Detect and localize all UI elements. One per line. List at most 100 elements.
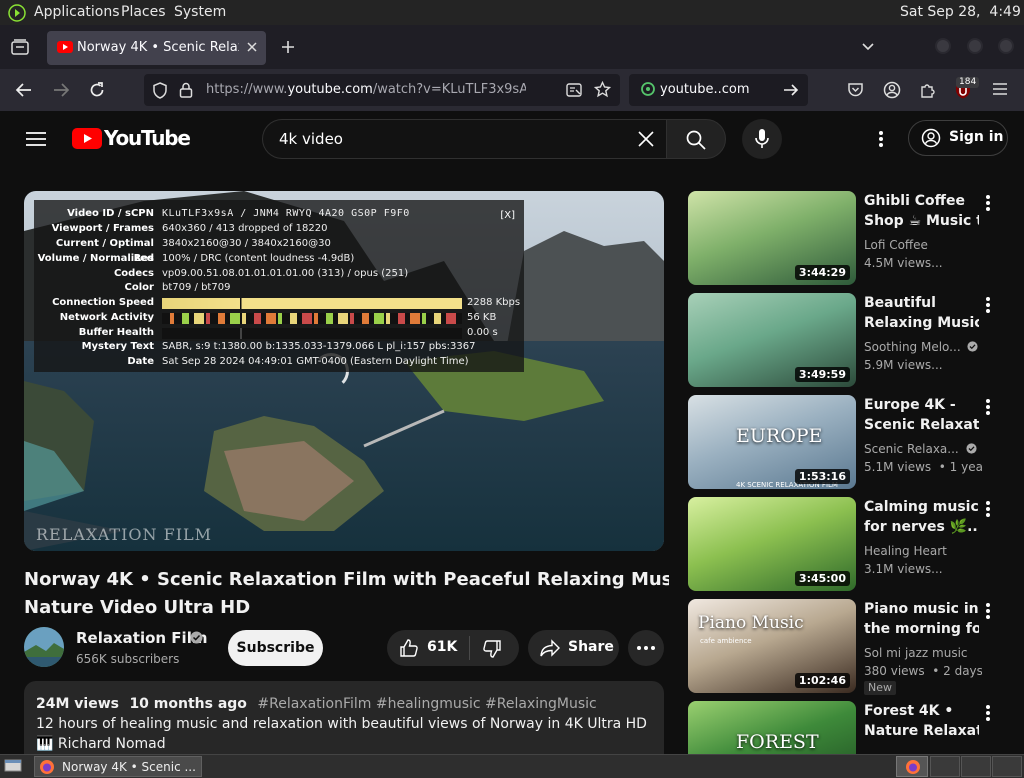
related-title-line2[interactable]: Nature Relaxati...: [864, 721, 979, 741]
menu-places[interactable]: Places: [121, 4, 166, 20]
stats-close-button[interactable]: [X]: [500, 209, 515, 224]
related-thumbnail[interactable]: 3:44:29: [688, 191, 856, 285]
user-circle-icon: [921, 128, 941, 148]
window-maximize-button[interactable]: [967, 38, 983, 54]
stats-value: 640x360 / 413 dropped of 18220: [162, 223, 328, 234]
related-channel[interactable]: Healing Heart: [864, 542, 982, 560]
tab-overview-icon[interactable]: [11, 39, 29, 55]
more-actions-button[interactable]: [628, 630, 664, 666]
hashtags[interactable]: #RelaxationFilm #healingmusic #RelaxingM…: [257, 696, 596, 712]
reload-icon[interactable]: [88, 81, 106, 99]
url-bar[interactable]: https://www.youtube.com/watch?v=KLuTLF3x…: [144, 74, 620, 106]
bookmark-star-icon[interactable]: [594, 81, 611, 98]
search-bar[interactable]: youtube..com: [629, 74, 808, 106]
share-button[interactable]: Share: [528, 630, 619, 666]
related-title-line2[interactable]: for nerves 🌿...: [864, 517, 979, 537]
related-thumbnail[interactable]: EUROPE 4K SCENIC RELAXATION FILM 1:53:16: [688, 395, 856, 489]
window-minimize-button[interactable]: [935, 38, 951, 54]
buffer-health-graph: [162, 328, 462, 339]
related-title-line2[interactable]: Shop ☕ Music t...: [864, 211, 979, 231]
pocket-icon[interactable]: [847, 82, 864, 98]
related-thumbnail[interactable]: 3:45:00: [688, 497, 856, 591]
taskbar-window-button[interactable]: Norway 4K • Scenic ...: [34, 756, 202, 777]
sign-in-button[interactable]: Sign in: [908, 120, 1008, 156]
related-title-line1[interactable]: Europe 4K -: [864, 395, 979, 415]
activity-tick: [410, 313, 420, 324]
video-duration: 1:53:16: [794, 469, 850, 484]
related-title-line1[interactable]: Calming music: [864, 497, 979, 517]
menu-system[interactable]: System: [174, 4, 226, 20]
clear-search-icon[interactable]: [637, 130, 655, 148]
related-channel[interactable]: Scenic Relaxa...: [864, 440, 982, 458]
video-title-line2: Nature Video Ultra HD: [24, 597, 251, 618]
related-kebab-icon[interactable]: [984, 601, 992, 621]
guide-menu-icon[interactable]: [26, 131, 46, 147]
window-close-button[interactable]: [998, 38, 1014, 54]
video-title-line1: Norway 4K • Scenic Relaxation Film with …: [24, 569, 669, 590]
show-desktop-icon[interactable]: [4, 759, 22, 773]
workspace-switcher[interactable]: [896, 756, 928, 777]
reader-view-icon[interactable]: [566, 82, 582, 98]
forward-arrow-icon[interactable]: [52, 82, 70, 98]
subscribe-button[interactable]: Subscribe: [228, 630, 323, 666]
gnome-foot-icon[interactable]: [8, 4, 26, 22]
extensions-puzzle-icon[interactable]: [919, 81, 937, 99]
settings-kebab-icon[interactable]: [877, 129, 885, 149]
dislike-button[interactable]: [470, 630, 519, 666]
related-channel[interactable]: Sol mi jazz music: [864, 644, 982, 662]
voice-search-button[interactable]: [742, 119, 782, 159]
related-kebab-icon[interactable]: [984, 295, 992, 315]
related-title-line2[interactable]: Relaxing Music ...: [864, 313, 979, 333]
workspace-2[interactable]: [930, 756, 960, 777]
related-thumbnail[interactable]: Piano Music cafe ambience 1:02:46: [688, 599, 856, 693]
search-icon: [686, 130, 706, 150]
related-thumbnail[interactable]: 3:49:59: [688, 293, 856, 387]
activity-tick: [290, 313, 297, 324]
related-kebab-icon[interactable]: [984, 703, 992, 723]
activity-tick: [386, 313, 390, 324]
tab-close-icon[interactable]: [246, 41, 258, 53]
search-input[interactable]: 4k video: [262, 119, 666, 159]
go-arrow-icon[interactable]: [783, 83, 799, 97]
workspace-4[interactable]: [992, 756, 1022, 777]
thumbs-down-icon: [482, 639, 502, 659]
related-kebab-icon[interactable]: [984, 397, 992, 417]
description-box[interactable]: 24M views 10 months ago #RelaxationFilm …: [24, 681, 664, 754]
youtube-logo-text[interactable]: YouTube: [104, 126, 191, 150]
related-channel[interactable]: Soothing Melo...: [864, 338, 982, 356]
tab-list-chevron-icon[interactable]: [861, 42, 875, 52]
related-kebab-icon[interactable]: [984, 499, 992, 519]
related-title-line2[interactable]: Scenic Relaxati...: [864, 415, 979, 435]
like-button[interactable]: 61K: [387, 630, 469, 666]
related-title-line1[interactable]: Beautiful: [864, 293, 979, 313]
related-channel-name: Soothing Melo...: [864, 340, 961, 354]
stats-value: 100% / DRC (content loudness -4.9dB): [162, 253, 355, 264]
related-title-line1[interactable]: Ghibli Coffee: [864, 191, 979, 211]
search-bar-text[interactable]: youtube..com: [660, 82, 770, 97]
clock[interactable]: Sat Sep 28, 4:49 AM: [900, 4, 1024, 20]
active-tab[interactable]: Norway 4K • Scenic Relaxation: [47, 31, 266, 65]
channel-avatar[interactable]: [24, 627, 64, 667]
related-thumbnail[interactable]: FOREST: [688, 701, 856, 754]
related-channel-name: Lofi Coffee: [864, 238, 928, 252]
account-icon[interactable]: [883, 81, 901, 99]
search-query[interactable]: 4k video: [279, 130, 343, 148]
new-tab-plus-icon[interactable]: [281, 40, 295, 54]
activity-tick: [242, 313, 246, 324]
menu-applications[interactable]: Applications: [34, 4, 120, 20]
channel-name[interactable]: Relaxation Film: [76, 629, 207, 647]
related-title-line2[interactable]: the morning for...: [864, 619, 979, 639]
url-text[interactable]: https://www.youtube.com/watch?v=KLuTLF3x…: [206, 82, 526, 97]
shield-icon[interactable]: [152, 82, 168, 99]
search-engine-icon: [640, 81, 656, 97]
lock-icon[interactable]: [179, 82, 193, 98]
workspace-3[interactable]: [961, 756, 991, 777]
related-title-line1[interactable]: Forest 4K •: [864, 701, 979, 721]
hamburger-menu-icon[interactable]: [992, 82, 1008, 96]
related-channel[interactable]: Lofi Coffee: [864, 236, 982, 254]
search-button[interactable]: [666, 119, 726, 159]
youtube-logo-icon[interactable]: [72, 128, 102, 149]
back-arrow-icon[interactable]: [15, 82, 33, 98]
related-kebab-icon[interactable]: [984, 193, 992, 213]
related-title-line1[interactable]: Piano music in: [864, 599, 979, 619]
